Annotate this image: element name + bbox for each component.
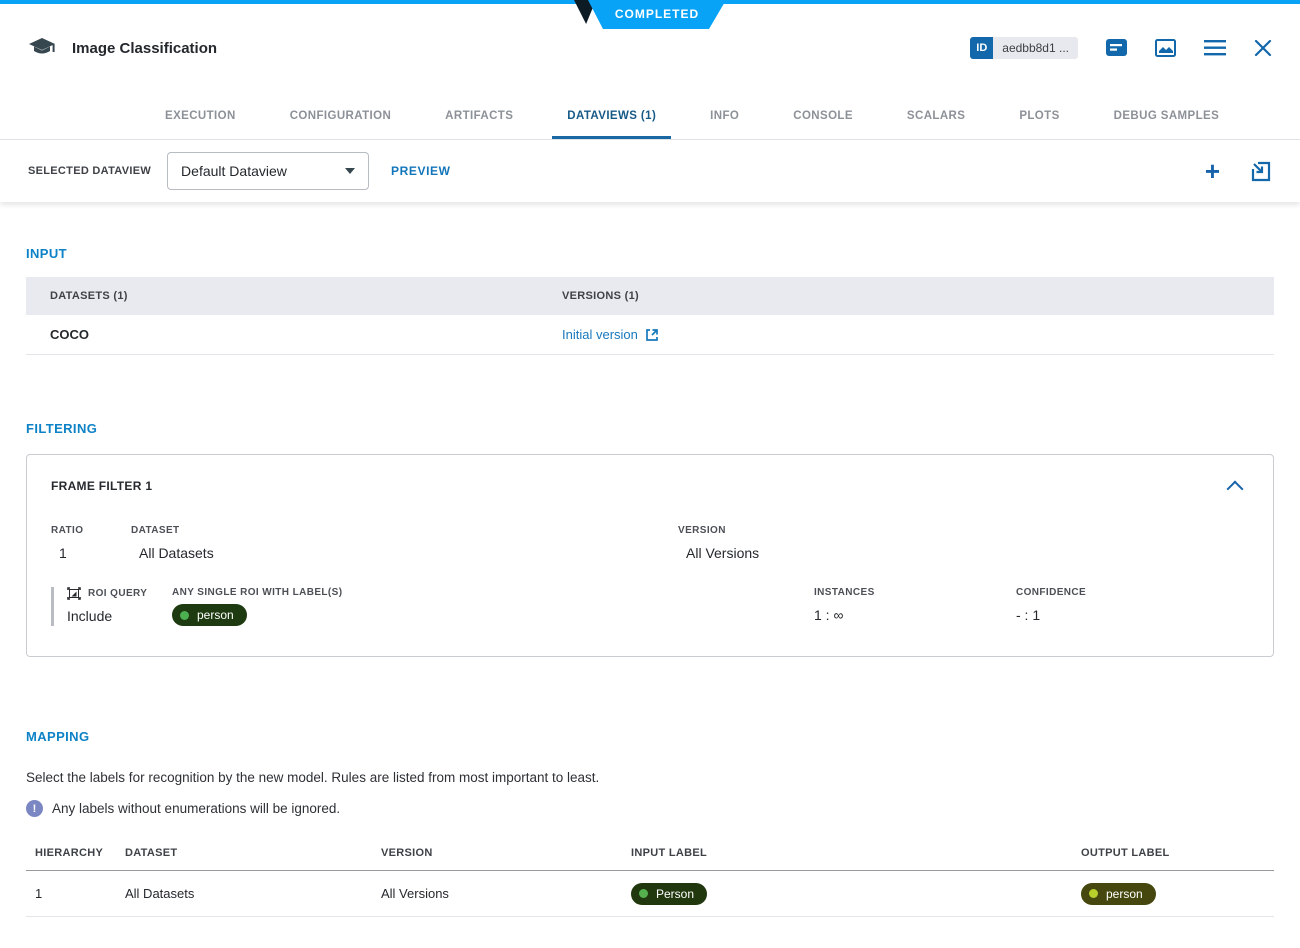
instances-value: 1 : ∞: [814, 607, 1016, 623]
frame-filter-card: FRAME FILTER 1 RATIO 1 DATASET All Datas…: [26, 454, 1274, 657]
confidence-label: CONFIDENCE: [1016, 587, 1086, 598]
instances-label: INSTANCES: [814, 587, 1016, 598]
dataset-value: All Datasets: [131, 545, 678, 561]
close-icon[interactable]: [1254, 39, 1272, 57]
mapping-section-title: MAPPING: [26, 729, 1274, 744]
column-hierarchy: HIERARCHY: [26, 847, 125, 859]
preview-button[interactable]: PREVIEW: [391, 164, 451, 178]
add-dataview-button[interactable]: +: [1205, 158, 1220, 184]
confidence-value: - : 1: [1016, 607, 1086, 623]
hierarchy-value: 1: [26, 886, 125, 901]
roi-mode: Include: [67, 608, 172, 624]
column-datasets: DATASETS (1): [26, 290, 562, 302]
roi-rule-label: ANY SINGLE ROI WITH LABEL(S): [172, 587, 814, 598]
tab-bar: EXECUTION CONFIGURATION ARTIFACTS DATAVI…: [0, 92, 1300, 140]
dataset-label: DATASET: [131, 525, 678, 536]
version-value: All Versions: [678, 545, 759, 561]
roi-query-block: ROI QUERY Include ANY SINGLE ROI WITH LA…: [51, 587, 1249, 626]
status-bar: COMPLETED: [0, 0, 1300, 4]
tab-dataviews[interactable]: DATAVIEWS (1): [540, 92, 683, 139]
info-icon: !: [26, 800, 43, 817]
app-header: Image Classification ID aedbb8d1 ...: [0, 4, 1300, 92]
experiment-type-icon: [28, 36, 56, 60]
roi-query-label: ROI QUERY: [88, 588, 147, 599]
collapse-chevron-up-icon[interactable]: [1227, 481, 1244, 498]
output-label-chip: person: [1081, 883, 1156, 905]
ratio-value: 1: [51, 545, 131, 561]
tab-execution[interactable]: EXECUTION: [138, 92, 263, 139]
version-label: VERSION: [678, 525, 759, 536]
chevron-down-icon: [345, 168, 355, 174]
mapping-description: Select the labels for recognition by the…: [26, 770, 1274, 785]
roi-icon: [67, 587, 81, 600]
page-title: Image Classification: [72, 40, 217, 57]
selected-dataview-label: SELECTED DATAVIEW: [28, 165, 151, 177]
ratio-label: RATIO: [51, 525, 131, 536]
dataset-name: COCO: [26, 327, 562, 342]
column-dataset: DATASET: [125, 847, 381, 859]
menu-icon[interactable]: [1204, 40, 1226, 56]
input-label-chip: Person: [631, 883, 707, 905]
dataview-select-value: Default Dataview: [181, 163, 287, 179]
label-color-dot: [639, 889, 648, 898]
mapping-note: Any labels without enumerations will be …: [52, 801, 340, 816]
input-table-header: DATASETS (1) VERSIONS (1): [26, 277, 1274, 315]
external-link-icon: [645, 328, 659, 342]
tab-debug-samples[interactable]: DEBUG SAMPLES: [1087, 92, 1247, 139]
id-label: ID: [970, 37, 993, 59]
roi-label-chip: person: [172, 604, 247, 626]
column-versions: VERSIONS (1): [562, 290, 1274, 302]
debug-image-icon[interactable]: [1155, 39, 1176, 57]
tab-scalars[interactable]: SCALARS: [880, 92, 992, 139]
table-row: COCO Initial version: [26, 315, 1274, 355]
dataset-value: All Datasets: [125, 886, 381, 901]
table-row: 1 All Datasets All Versions Person perso…: [26, 871, 1274, 917]
filtering-section-title: FILTERING: [26, 421, 1274, 436]
tab-configuration[interactable]: CONFIGURATION: [263, 92, 418, 139]
column-version: VERSION: [381, 847, 631, 859]
column-output-label: OUTPUT LABEL: [1081, 847, 1274, 859]
dataview-content: INPUT DATASETS (1) VERSIONS (1) COCO Ini…: [0, 246, 1300, 917]
mapping-table: HIERARCHY DATASET VERSION INPUT LABEL OU…: [26, 835, 1274, 917]
tab-console[interactable]: CONSOLE: [766, 92, 880, 139]
tab-artifacts[interactable]: ARTIFACTS: [418, 92, 540, 139]
column-input-label: INPUT LABEL: [631, 847, 1081, 859]
label-color-dot: [1089, 889, 1098, 898]
version-value: All Versions: [381, 886, 631, 901]
input-section-title: INPUT: [26, 246, 1274, 261]
label-color-dot: [180, 611, 189, 620]
tab-plots[interactable]: PLOTS: [992, 92, 1086, 139]
dataview-toolbar: SELECTED DATAVIEW Default Dataview PREVI…: [0, 140, 1300, 202]
input-table: DATASETS (1) VERSIONS (1) COCO Initial v…: [26, 277, 1274, 355]
tab-info[interactable]: INFO: [683, 92, 766, 139]
dataview-select[interactable]: Default Dataview: [167, 152, 369, 190]
id-value: aedbb8d1 ...: [993, 37, 1078, 59]
frame-filter-title: FRAME FILTER 1: [51, 479, 152, 493]
comments-icon[interactable]: [1106, 39, 1127, 58]
import-dataview-button[interactable]: [1250, 160, 1272, 182]
experiment-id-badge[interactable]: ID aedbb8d1 ...: [970, 37, 1078, 59]
version-link[interactable]: Initial version: [562, 327, 659, 342]
mapping-table-header: HIERARCHY DATASET VERSION INPUT LABEL OU…: [26, 835, 1274, 871]
